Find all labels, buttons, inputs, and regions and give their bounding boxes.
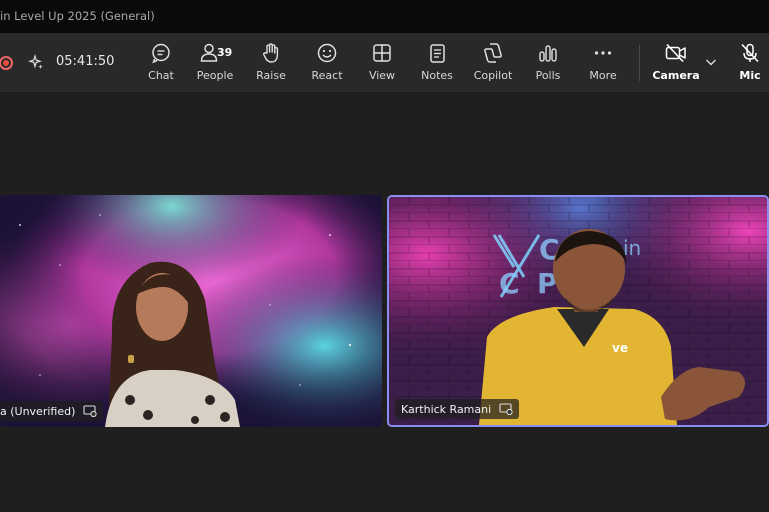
people-count-badge: 39 — [217, 46, 233, 59]
raise-hand-button[interactable]: Raise — [243, 41, 299, 87]
participant-video: C O N in C P ve — [389, 197, 767, 425]
copilot-label: Copilot — [473, 69, 513, 82]
participant-nameplate: Karthick Ramani — [395, 399, 520, 419]
mic-label: Mic — [739, 69, 761, 82]
view-label: View — [368, 69, 396, 82]
meeting-stage: a (Unverified) C O N — [0, 94, 769, 512]
screen-share-icon — [83, 405, 97, 417]
meeting-title: in Level Up 2025 (General) — [0, 9, 155, 23]
mic-off-icon — [741, 43, 759, 63]
camera-button[interactable]: Camera — [648, 41, 704, 87]
toolbar-divider — [639, 45, 640, 81]
more-button[interactable]: More — [575, 41, 631, 87]
participant-tile[interactable]: a (Unverified) — [0, 195, 382, 427]
people-label: People — [196, 69, 234, 82]
notes-label: Notes — [421, 69, 453, 82]
participant-name: a (Unverified) — [0, 404, 76, 418]
more-icon — [594, 51, 612, 55]
polls-icon — [539, 45, 557, 62]
chat-button[interactable]: Chat — [133, 41, 189, 87]
mic-button[interactable]: Mic — [722, 41, 769, 87]
view-button[interactable]: View — [354, 41, 410, 87]
svg-text:C: C — [499, 267, 520, 300]
svg-text:ve: ve — [612, 341, 628, 355]
copilot-icon — [484, 43, 502, 63]
polls-label: Polls — [535, 69, 561, 82]
raise-hand-icon — [263, 43, 279, 63]
react-label: React — [311, 69, 343, 82]
meeting-toolbar: 05:41:50 Chat 39 People Raise React View… — [0, 33, 769, 93]
smiley-icon — [317, 43, 337, 63]
participant-name: Karthick Ramani — [401, 402, 492, 416]
react-button[interactable]: React — [299, 41, 355, 87]
more-label: More — [589, 69, 617, 82]
camera-off-icon — [665, 43, 686, 63]
people-button[interactable]: 39 People — [187, 41, 243, 87]
meeting-timer: 05:41:50 — [56, 54, 115, 69]
chat-icon — [152, 43, 170, 64]
chat-label: Chat — [148, 69, 174, 82]
title-bar: in Level Up 2025 (General) — [0, 0, 769, 33]
notes-button[interactable]: Notes — [409, 41, 465, 87]
raise-label: Raise — [256, 69, 286, 82]
copilot-button[interactable]: Copilot — [465, 41, 521, 87]
recording-indicator-icon[interactable] — [0, 56, 13, 70]
participant-nameplate: a (Unverified) — [0, 401, 104, 421]
chevron-down-icon[interactable] — [704, 55, 718, 69]
svg-text:in: in — [623, 236, 641, 260]
sparkle-icon[interactable] — [28, 54, 44, 70]
participant-video — [0, 195, 382, 427]
grid-view-icon — [373, 44, 391, 62]
camera-label: Camera — [652, 69, 700, 82]
active-speaker-tile[interactable]: C O N in C P ve Karthick Ramani — [387, 195, 769, 427]
screen-share-icon — [499, 403, 513, 415]
polls-button[interactable]: Polls — [520, 41, 576, 87]
notes-icon — [430, 44, 445, 63]
